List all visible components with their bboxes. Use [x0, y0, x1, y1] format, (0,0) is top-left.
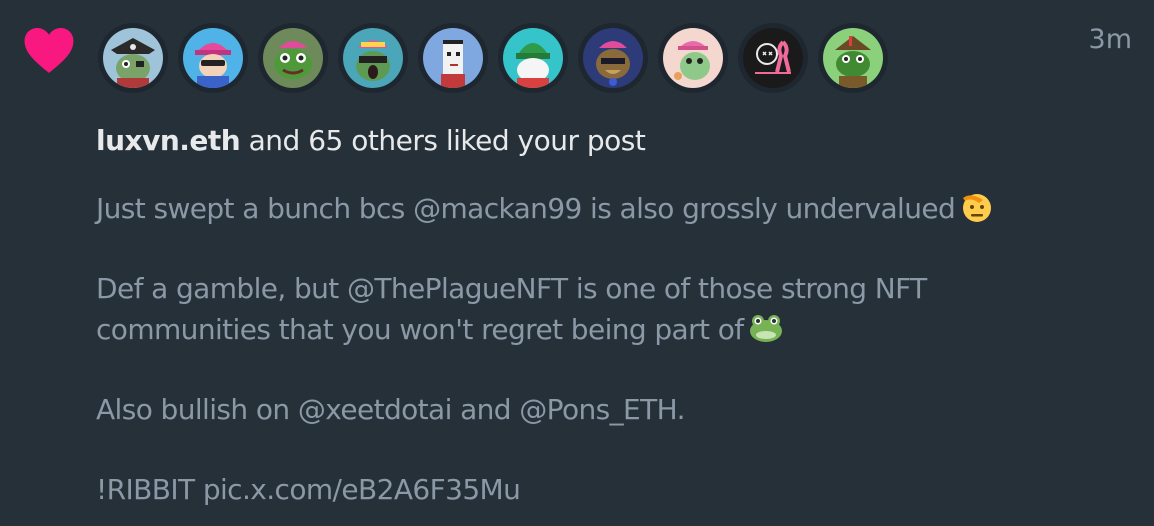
avatar[interactable] — [178, 23, 248, 93]
pirate-frog-avatar — [103, 28, 163, 88]
avatar[interactable] — [738, 23, 808, 93]
text-span: !RIBBIT — [96, 473, 203, 506]
pink-cap-frog-avatar — [663, 28, 723, 88]
mention-link[interactable]: @mackan99 — [413, 192, 582, 225]
liker-username-link[interactable]: luxvn.eth — [96, 124, 241, 157]
avatar[interactable] — [818, 23, 888, 93]
mention-link[interactable]: @xeetdotai — [298, 393, 453, 426]
scream-frog-avatar — [343, 28, 403, 88]
green-frog-avatar — [263, 28, 323, 88]
pixel-punk-avatar — [423, 28, 483, 88]
post-text[interactable]: Just swept a bunch bcs @mackan99 is also… — [96, 188, 1096, 510]
timestamp: 3m — [1088, 24, 1132, 55]
saluting-face-emoji — [963, 194, 992, 222]
text-span: is one of those strong NFT — [567, 272, 927, 305]
post-line: Also bullish on @xeetdotai and @Pons_ETH… — [96, 390, 1096, 430]
text-span: and — [451, 393, 520, 426]
text-span: . — [676, 393, 686, 426]
text-span: Also bullish on — [96, 393, 298, 426]
mention-link[interactable]: @ThePlagueNFT — [347, 272, 568, 305]
like-notification[interactable]: 3m luxvn.eth and 65 others liked your po… — [0, 0, 1154, 526]
heart-icon — [24, 27, 74, 73]
frog-emoji — [749, 315, 782, 342]
post-line: !RIBBIT pic.x.com/eB2A6F35Mu — [96, 470, 1096, 510]
text-span: Just swept a bunch bcs — [96, 192, 414, 225]
text-span: Def a gamble, but — [96, 272, 347, 305]
avatar[interactable] — [418, 23, 488, 93]
mention-link[interactable]: @Pons_ETH — [519, 393, 677, 426]
green-beanie-avatar — [503, 28, 563, 88]
avatar[interactable] — [338, 23, 408, 93]
dark-blue-avatar — [583, 28, 643, 88]
avatar[interactable] — [658, 23, 728, 93]
post-line: Def a gamble, but @ThePlagueNFT is one o… — [96, 269, 1096, 350]
text-span: is also grossly undervalued — [581, 192, 956, 225]
avatar[interactable] — [258, 23, 328, 93]
text-span: communities that you won't regret being … — [96, 313, 744, 346]
summary-text: and 65 others liked your post — [240, 124, 646, 157]
notification-summary: luxvn.eth and 65 others liked your post — [96, 124, 646, 157]
capped-character-avatar — [183, 28, 243, 88]
avatar[interactable] — [578, 23, 648, 93]
media-link[interactable]: pic.x.com/eB2A6F35Mu — [203, 473, 521, 506]
hunter-frog-avatar — [823, 28, 883, 88]
skull-ribbon-avatar — [743, 28, 803, 88]
post-line: Just swept a bunch bcs @mackan99 is also… — [96, 188, 1096, 229]
avatar[interactable] — [498, 23, 568, 93]
liker-avatars — [98, 23, 898, 93]
avatar[interactable] — [98, 23, 168, 93]
